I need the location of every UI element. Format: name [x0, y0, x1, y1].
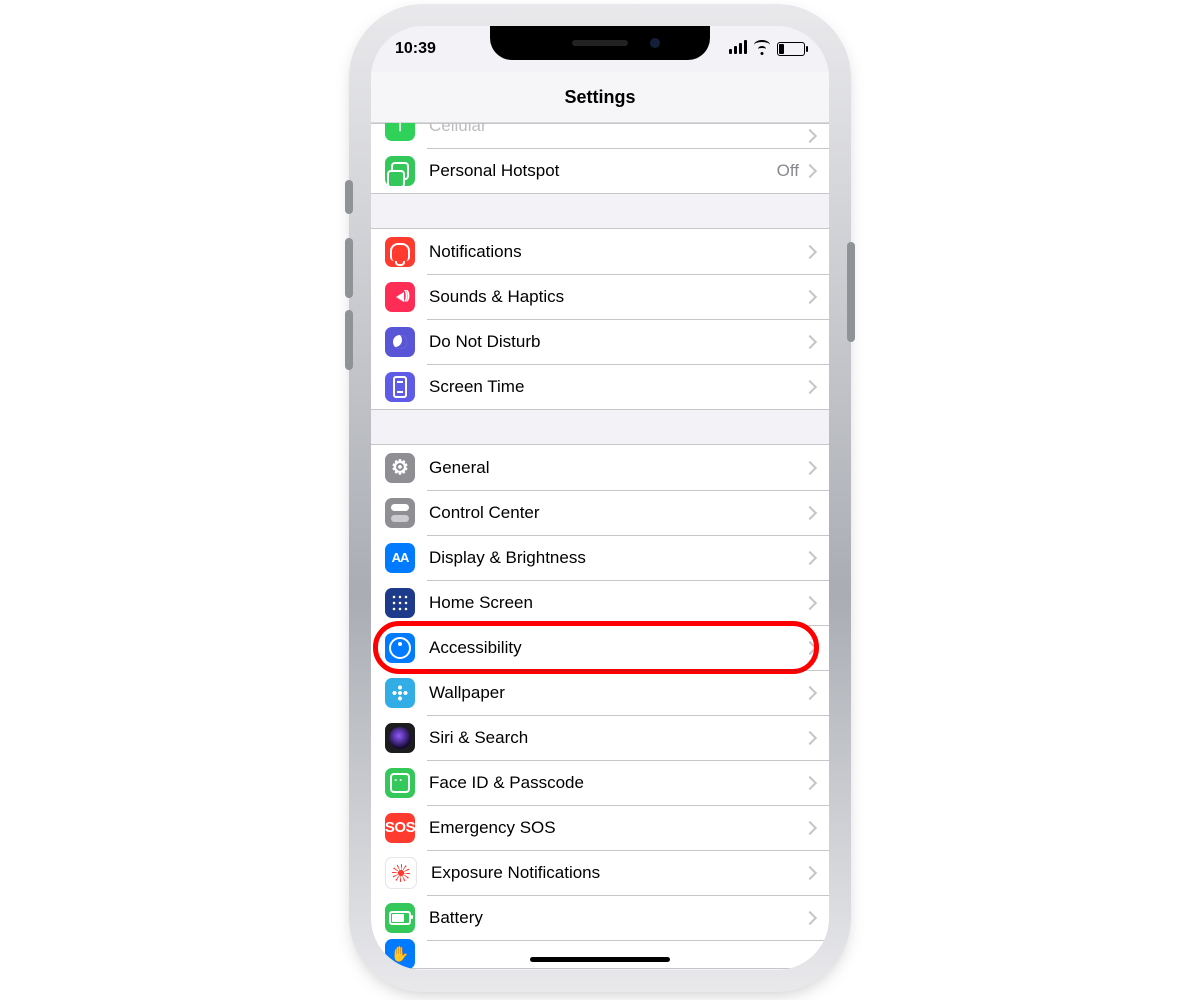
settings-row-general[interactable]: ⚙ General: [371, 445, 829, 490]
speaker-grill: [572, 40, 628, 46]
settings-row-faceid[interactable]: Face ID & Passcode: [371, 760, 829, 805]
chevron-right-icon: [803, 775, 817, 789]
settings-row-exposure[interactable]: Exposure Notifications: [371, 850, 829, 895]
row-label: Battery: [429, 908, 805, 928]
wifi-icon: [753, 42, 771, 56]
toggles-icon: [385, 498, 415, 528]
aa-icon: AA: [385, 543, 415, 573]
chevron-right-icon: [803, 685, 817, 699]
hourglass-icon: [385, 372, 415, 402]
chevron-right-icon: [803, 550, 817, 564]
antenna-icon: ⊤: [385, 123, 415, 141]
row-label: Display & Brightness: [429, 548, 805, 568]
settings-row-siri[interactable]: Siri & Search: [371, 715, 829, 760]
status-time: 10:39: [395, 40, 436, 58]
siri-icon: [385, 723, 415, 753]
row-label: Siri & Search: [429, 728, 805, 748]
row-label: Wallpaper: [429, 683, 805, 703]
faceid-icon: [385, 768, 415, 798]
row-label: Face ID & Passcode: [429, 773, 805, 793]
row-label: Screen Time: [429, 377, 805, 397]
iphone-frame: 10:39 Settings ⊤ Cellular Personal Hotspot…: [355, 10, 845, 986]
bell-icon: [385, 237, 415, 267]
row-label: Home Screen: [429, 593, 805, 613]
row-label: Cellular: [429, 123, 805, 136]
row-label: Sounds & Haptics: [429, 287, 805, 307]
row-label: Accessibility: [429, 638, 805, 658]
row-label: Do Not Disturb: [429, 332, 805, 352]
volume-up-button: [345, 238, 353, 298]
settings-row-screentime[interactable]: Screen Time: [371, 364, 829, 409]
settings-row-battery[interactable]: Battery: [371, 895, 829, 940]
page-title: Settings: [564, 87, 635, 108]
chevron-right-icon: [803, 334, 817, 348]
chevron-right-icon: [803, 505, 817, 519]
exposure-icon: [385, 857, 417, 889]
settings-row-homescreen[interactable]: Home Screen: [371, 580, 829, 625]
chevron-right-icon: [803, 460, 817, 474]
side-button: [847, 242, 855, 342]
chevron-right-icon: [803, 865, 817, 879]
row-label: General: [429, 458, 805, 478]
row-label: Personal Hotspot: [429, 161, 777, 181]
chevron-right-icon: [803, 289, 817, 303]
row-label: Emergency SOS: [429, 818, 805, 838]
moon-icon: [385, 327, 415, 357]
settings-row-sos[interactable]: SOS Emergency SOS: [371, 805, 829, 850]
row-label: Notifications: [429, 242, 805, 262]
grid-icon: [385, 588, 415, 618]
home-indicator[interactable]: [530, 957, 670, 962]
settings-row-controlcenter[interactable]: Control Center: [371, 490, 829, 535]
row-value: Off: [777, 161, 799, 181]
mute-switch: [345, 180, 353, 214]
canvas: 10:39 Settings ⊤ Cellular Personal Hotspot…: [0, 0, 1200, 1000]
flower-icon: [385, 678, 415, 708]
row-label: Exposure Notifications: [431, 863, 805, 883]
chevron-right-icon: [803, 379, 817, 393]
settings-row-cellular[interactable]: ⊤ Cellular: [371, 124, 829, 148]
settings-list[interactable]: ⊤ Cellular Personal HotspotOff Notification…: [371, 123, 829, 969]
chevron-right-icon: [803, 730, 817, 744]
speaker-icon: [385, 282, 415, 312]
chevron-right-icon: [803, 595, 817, 609]
settings-row-notifications[interactable]: Notifications: [371, 229, 829, 274]
battery-icon: [777, 42, 805, 56]
chevron-right-icon: [803, 910, 817, 924]
sos-icon: SOS: [385, 813, 415, 843]
row-label: Control Center: [429, 503, 805, 523]
settings-row-sounds[interactable]: Sounds & Haptics: [371, 274, 829, 319]
nav-header: Settings: [371, 72, 829, 123]
settings-row-accessibility[interactable]: Accessibility: [371, 625, 829, 670]
settings-row-hotspot[interactable]: Personal HotspotOff: [371, 148, 829, 193]
gear-icon: ⚙: [385, 453, 415, 483]
settings-row-dnd[interactable]: Do Not Disturb: [371, 319, 829, 364]
settings-row-display[interactable]: AA Display & Brightness: [371, 535, 829, 580]
accessibility-icon: [385, 633, 415, 663]
chevron-right-icon: [803, 163, 817, 177]
battery-icon: [385, 903, 415, 933]
hand-icon: ✋: [385, 939, 415, 969]
chevron-right-icon: [803, 640, 817, 654]
screen: 10:39 Settings ⊤ Cellular Personal Hotspot…: [371, 26, 829, 970]
cellular-signal-icon: [727, 40, 747, 59]
settings-row-privacy[interactable]: ✋: [371, 940, 829, 968]
chevron-right-icon: [803, 820, 817, 834]
settings-row-wallpaper[interactable]: Wallpaper: [371, 670, 829, 715]
chevron-right-icon: [803, 244, 817, 258]
notch: [490, 26, 710, 60]
link-icon: [385, 156, 415, 186]
front-camera: [650, 38, 660, 48]
chevron-right-icon: [803, 129, 817, 143]
volume-down-button: [345, 310, 353, 370]
